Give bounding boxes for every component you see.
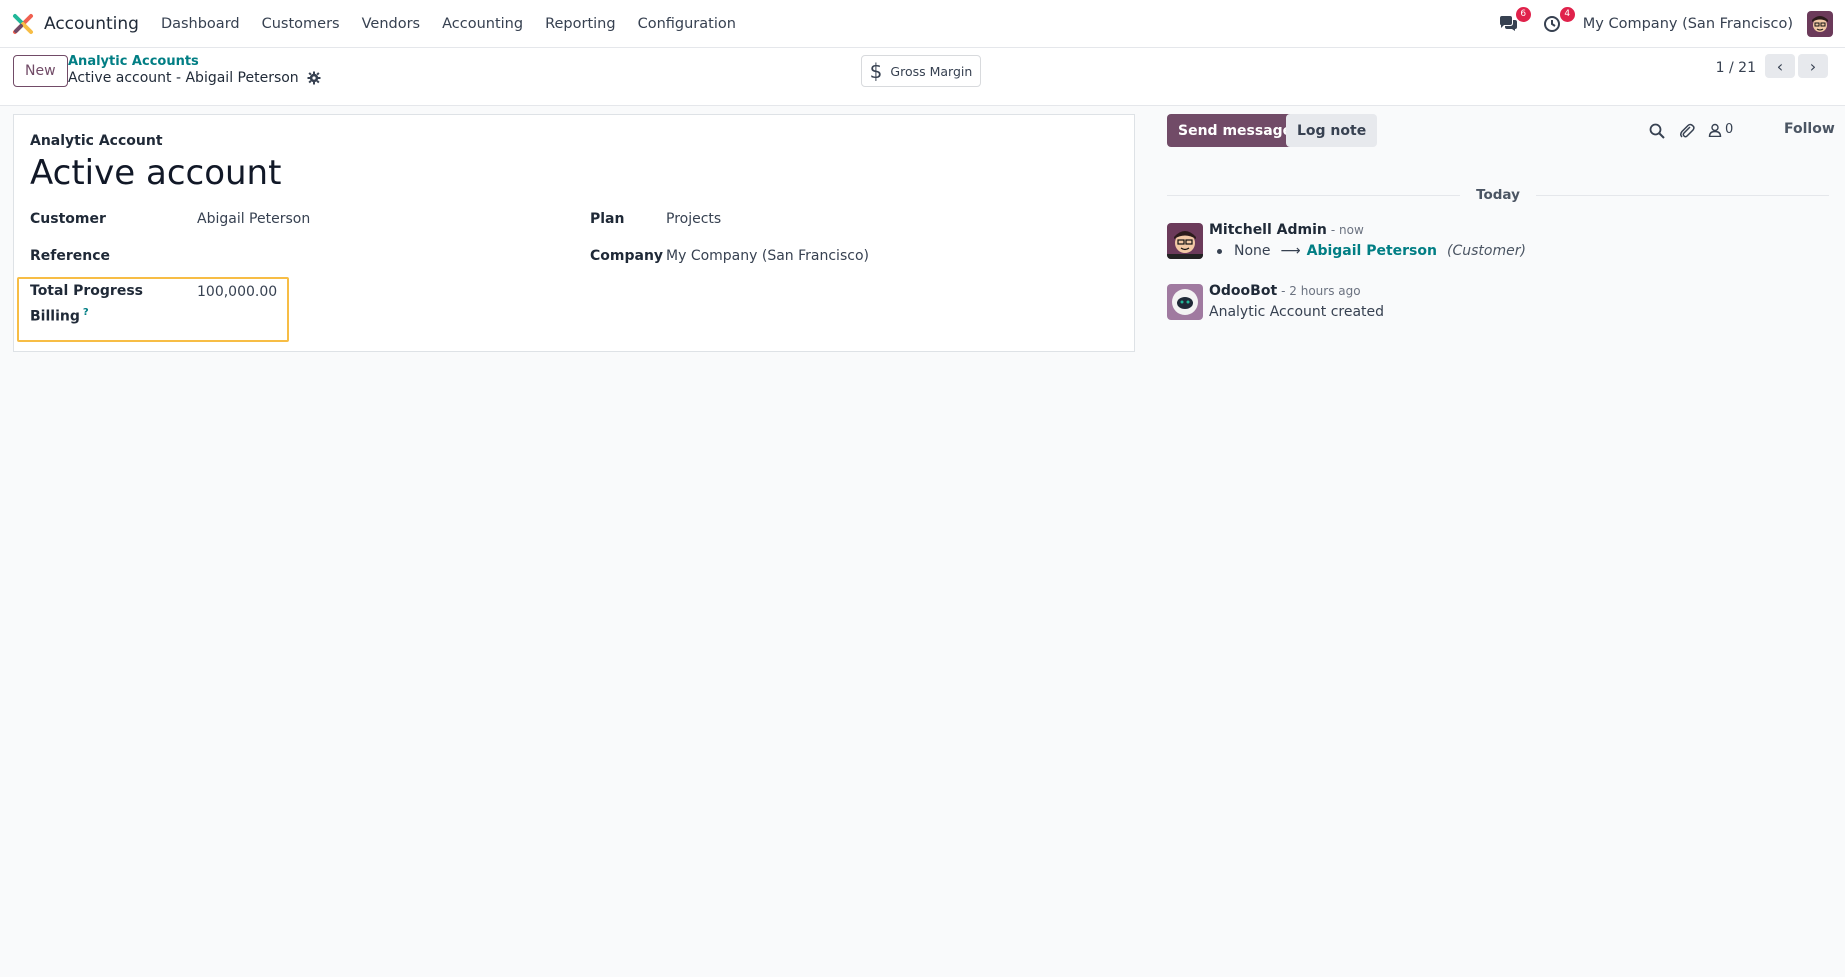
user-icon <box>1708 123 1722 137</box>
paperclip-icon <box>1680 123 1695 138</box>
company-label: Company <box>590 248 664 264</box>
pager-previous-button[interactable]: ‹ <box>1765 54 1795 78</box>
menu-reporting[interactable]: Reporting <box>545 16 616 32</box>
message-time: - now <box>1330 223 1364 237</box>
robot-avatar-icon <box>1167 284 1203 320</box>
date-separator: Today <box>1167 185 1830 205</box>
tracking-new-value[interactable]: Abigail Peterson <box>1307 243 1437 259</box>
chevron-left-icon: ‹ <box>1776 56 1784 76</box>
dollar-icon: $ <box>869 59 883 83</box>
company-field[interactable]: My Company (San Francisco) <box>666 248 869 264</box>
separator-line <box>1535 194 1830 196</box>
author-name[interactable]: Mitchell Admin <box>1209 222 1327 238</box>
reference-label: Reference <box>30 248 111 264</box>
user-avatar-icon <box>1167 223 1203 259</box>
tracking-old-value: None <box>1234 243 1271 259</box>
tracking-field-name: (Customer) <box>1446 243 1526 259</box>
tracking-value-row: None ⟶ Abigail Peterson (Customer) <box>1209 243 1526 259</box>
attachments-button[interactable] <box>1677 121 1697 141</box>
gear-icon[interactable] <box>307 71 321 85</box>
menu-customers[interactable]: Customers <box>262 16 340 32</box>
search-icon <box>1649 123 1665 139</box>
follow-button[interactable]: Follow <box>1784 121 1835 137</box>
pager-value[interactable]: 1 / 21 <box>1716 60 1756 76</box>
followers-button[interactable]: 0 <box>1708 122 1733 137</box>
message-time: - 2 hours ago <box>1281 284 1361 298</box>
mitchell-admin-avatar[interactable] <box>1167 223 1203 259</box>
user-avatar[interactable] <box>1807 10 1833 37</box>
send-message-button[interactable]: Send message <box>1167 114 1304 147</box>
new-button[interactable]: New <box>13 55 68 87</box>
accounting-app-logo-icon[interactable] <box>12 13 34 35</box>
chevron-right-icon: › <box>1809 56 1817 76</box>
breadcrumb-current: Active account - Abigail Peterson <box>68 70 321 86</box>
form-type-label: Analytic Account <box>30 133 163 149</box>
message-body: Analytic Account created <box>1209 304 1384 320</box>
log-note-button[interactable]: Log note <box>1286 114 1378 147</box>
gross-margin-button[interactable]: $ Gross Margin <box>861 55 981 87</box>
messages-badge: 6 <box>1515 6 1531 22</box>
customer-field[interactable]: Abigail Peterson <box>197 211 310 227</box>
breadcrumb-analytic-accounts[interactable]: Analytic Accounts <box>68 54 199 69</box>
menu-dashboard[interactable]: Dashboard <box>161 16 240 32</box>
activities-button[interactable]: 4 <box>1539 6 1575 37</box>
date-separator-label: Today <box>1476 187 1520 203</box>
company-switcher[interactable]: My Company (San Francisco) <box>1583 16 1793 32</box>
clock-icon <box>1543 15 1560 32</box>
odoobot-avatar[interactable] <box>1167 284 1203 320</box>
message-text: Analytic Account created <box>1209 304 1385 320</box>
menu-accounting[interactable]: Accounting <box>442 16 523 32</box>
author-name[interactable]: OdooBot <box>1209 283 1277 299</box>
plan-field[interactable]: Projects <box>666 211 721 227</box>
arrow-right-icon: ⟶ <box>1280 243 1301 259</box>
control-panel: New Analytic Accounts Active account - A… <box>0 48 1845 106</box>
menu-configuration[interactable]: Configuration <box>638 16 736 32</box>
separator-line <box>1167 194 1461 196</box>
highlight-box <box>17 277 289 342</box>
search-messages-button[interactable] <box>1647 121 1667 141</box>
message-author: OdooBot - 2 hours ago <box>1209 283 1361 299</box>
chat-bubbles-icon <box>1499 15 1517 31</box>
plan-label: Plan <box>590 211 625 227</box>
messages-button[interactable]: 6 <box>1495 6 1531 37</box>
user-avatar-icon <box>1807 10 1833 37</box>
followers-count: 0 <box>1725 122 1734 137</box>
form-sheet: Analytic Account Active account Customer… <box>13 114 1135 352</box>
menu-vendors[interactable]: Vendors <box>362 16 421 32</box>
top-navbar: Accounting Dashboard Customers Vendors A… <box>0 0 1845 48</box>
record-name: Active account - Abigail Peterson <box>68 70 299 86</box>
activities-badge: 4 <box>1559 6 1575 22</box>
pager-next-button[interactable]: › <box>1798 54 1828 78</box>
reference-field[interactable] <box>197 246 527 266</box>
customer-label: Customer <box>30 211 106 227</box>
systray: 6 4 My Company (San Francisco) <box>1495 6 1833 37</box>
message-author: Mitchell Admin - now <box>1209 222 1364 238</box>
app-name[interactable]: Accounting <box>44 14 139 34</box>
bullet <box>1217 248 1222 254</box>
account-name-field[interactable]: Active account <box>30 153 281 193</box>
gross-margin-label: Gross Margin <box>890 63 973 79</box>
